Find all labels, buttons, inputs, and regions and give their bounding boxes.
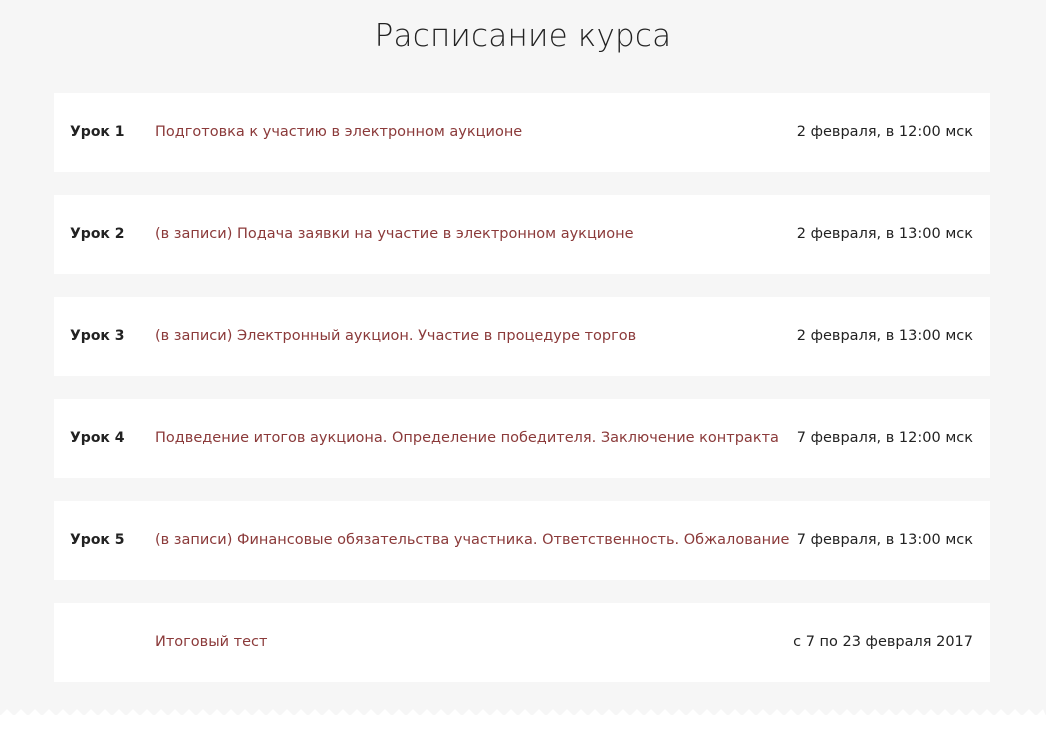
lesson-number: Урок 2	[70, 226, 125, 242]
lesson-row-4[interactable]: Урок 4 Подведение итогов аукциона. Опред…	[54, 399, 990, 478]
lesson-date: 7 февраля, в 12:00 мск	[796, 430, 973, 446]
lesson-number: Урок 3	[70, 328, 125, 344]
lesson-date: 2 февраля, в 12:00 мск	[796, 124, 973, 140]
zigzag-divider	[0, 709, 1046, 748]
lesson-title-link[interactable]: Подготовка к участию в электронном аукци…	[155, 93, 522, 172]
course-schedule: Урок 1 Подготовка к участию в электронно…	[54, 93, 990, 705]
zigzag-edge	[0, 709, 1046, 716]
lesson-date: 2 февраля, в 13:00 мск	[796, 328, 973, 344]
lesson-number: Урок 1	[70, 124, 125, 140]
lesson-row-5[interactable]: Урок 5 (в записи) Финансовые обязательст…	[54, 501, 990, 580]
final-test-link[interactable]: Итоговый тест	[155, 603, 267, 682]
lesson-row-2[interactable]: Урок 2 (в записи) Подача заявки на участ…	[54, 195, 990, 274]
lesson-title-link[interactable]: Подведение итогов аукциона. Определение …	[155, 399, 779, 478]
lesson-row-1[interactable]: Урок 1 Подготовка к участию в электронно…	[54, 93, 990, 172]
lesson-title-link[interactable]: (в записи) Подача заявки на участие в эл…	[155, 195, 634, 274]
lesson-number: Урок 4	[70, 430, 125, 446]
lesson-title-link[interactable]: (в записи) Финансовые обязательства учас…	[155, 501, 789, 580]
lesson-number: Урок 5	[70, 532, 125, 548]
lesson-date: с 7 по 23 февраля 2017	[793, 634, 973, 650]
lesson-date: 7 февраля, в 13:00 мск	[796, 532, 973, 548]
page: { "page_title": "Расписание курса", "les…	[0, 0, 1046, 748]
lesson-title-link[interactable]: (в записи) Электронный аукцион. Участие …	[155, 297, 636, 376]
lesson-date: 2 февраля, в 13:00 мск	[796, 226, 973, 242]
lesson-row-3[interactable]: Урок 3 (в записи) Электронный аукцион. У…	[54, 297, 990, 376]
page-title: Расписание курса	[374, 18, 672, 54]
final-test-row[interactable]: Итоговый тест с 7 по 23 февраля 2017	[54, 603, 990, 682]
